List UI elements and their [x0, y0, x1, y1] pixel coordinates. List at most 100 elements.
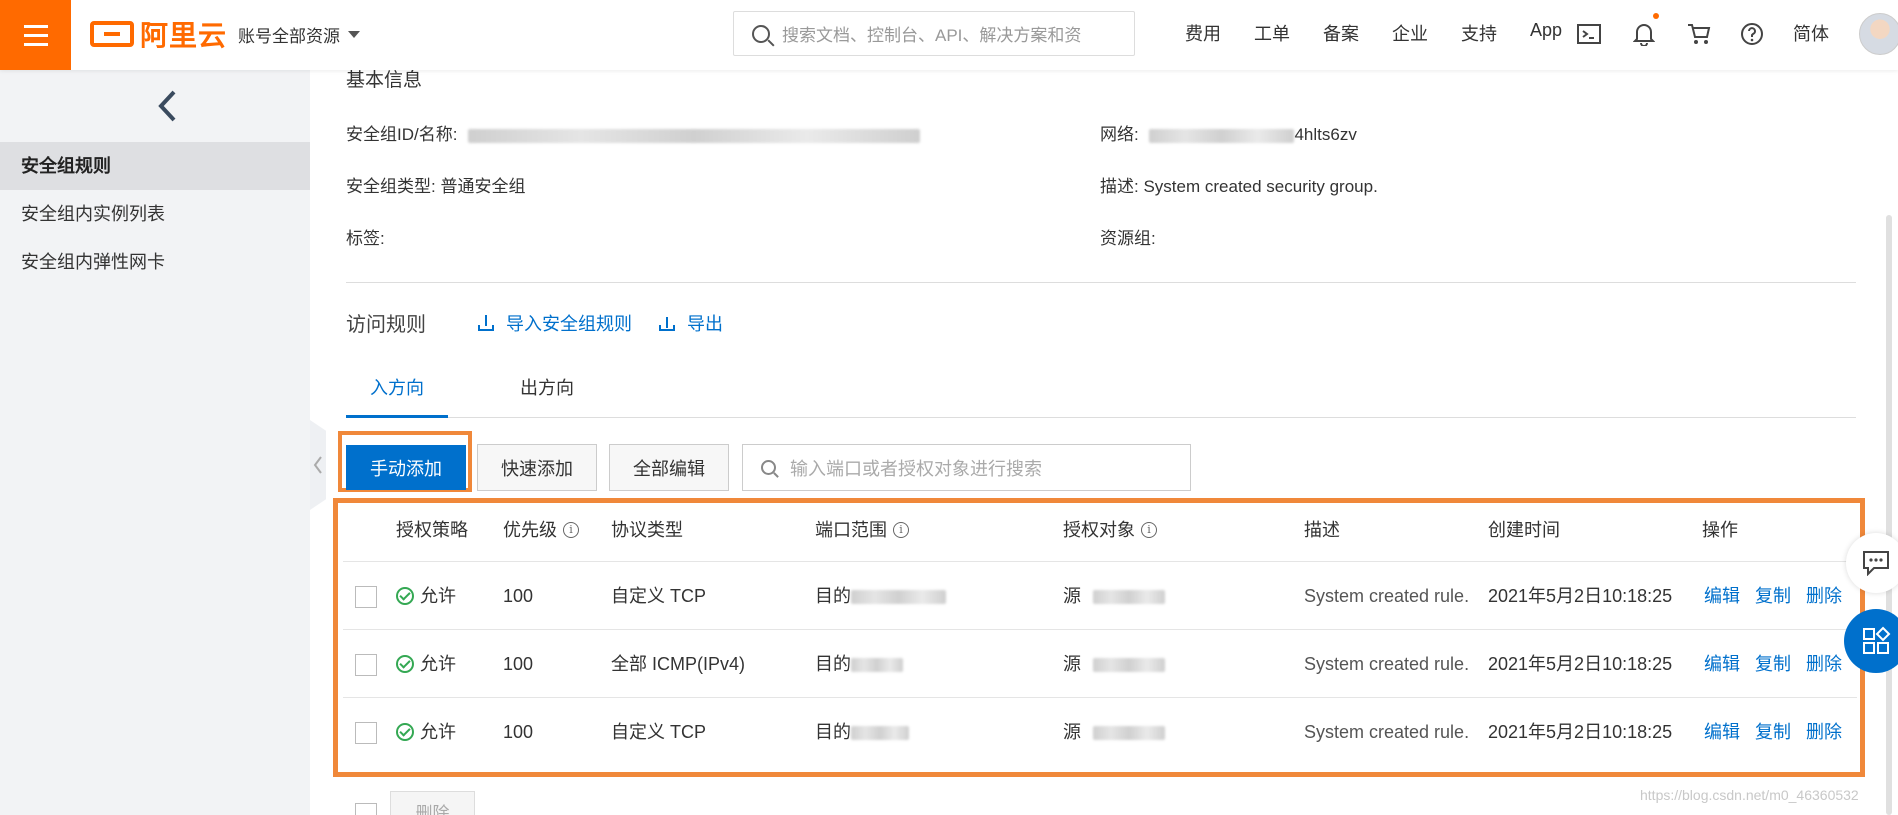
priority-cell: 100 [503, 586, 534, 606]
protocol-cell: 自定义 TCP [611, 722, 707, 742]
aliyun-logo[interactable]: 阿里云 [90, 16, 227, 52]
notification-dot [1653, 13, 1659, 19]
created-cell: 2021年5月2日10:18:25 [1488, 654, 1673, 674]
target-cell: 源 [1063, 562, 1165, 630]
export-rules-link[interactable]: 导出 [659, 310, 723, 336]
sidebar-item-rules[interactable]: 安全组规则 [0, 142, 310, 190]
row-checkbox[interactable] [355, 654, 377, 676]
select-all-checkbox[interactable] [355, 803, 377, 815]
port-cell: 目的 [815, 698, 909, 766]
edit-rule-link[interactable]: 编辑 [1704, 630, 1740, 698]
aliyun-logo-icon [90, 21, 134, 47]
account-selector-label: 账号全部资源 [238, 27, 340, 46]
info-icon[interactable]: i [563, 522, 579, 538]
network-redacted [1149, 128, 1295, 143]
check-circle-icon [396, 587, 414, 605]
policy-cell: 允许 [396, 562, 456, 630]
network-value: 4hlts6zv [1294, 125, 1357, 144]
nav-support[interactable]: 支持 [1461, 20, 1497, 46]
chat-icon [1863, 551, 1889, 576]
chevron-left-icon [313, 455, 323, 475]
delete-rule-link[interactable]: 删除 [1806, 630, 1842, 698]
edit-all-button[interactable]: 全部编辑 [609, 444, 729, 491]
quick-add-button[interactable]: 快速添加 [477, 444, 597, 491]
nav-fee[interactable]: 费用 [1185, 20, 1221, 46]
rules-table-header: 授权策略 优先级 i 协议类型 端口范围 i 授权对象 i 描述 创建时间 操作 [343, 510, 1857, 562]
menu-button[interactable] [0, 0, 71, 70]
nav-ticket[interactable]: 工单 [1254, 20, 1290, 46]
created-cell: 2021年5月2日10:18:25 [1488, 722, 1673, 742]
policy-cell: 允许 [396, 630, 456, 698]
global-search-input[interactable]: 搜索文档、控制台、API、解决方案和资 [733, 11, 1135, 56]
col-protocol: 协议类型 [611, 520, 683, 540]
delete-rule-link[interactable]: 删除 [1806, 698, 1842, 766]
page-scrollbar[interactable] [1886, 215, 1892, 815]
hamburger-icon [23, 22, 48, 49]
user-avatar[interactable] [1859, 13, 1898, 55]
access-rules-title: 访问规则 [346, 314, 426, 336]
sidebar-item-enis[interactable]: 安全组内弹性网卡 [0, 238, 310, 286]
language-switch[interactable]: 简体 [1793, 20, 1829, 46]
info-icon[interactable]: i [1141, 522, 1157, 538]
rule-search-input[interactable]: 输入端口或者授权对象进行搜索 [742, 444, 1191, 491]
network-label: 网络: [1100, 125, 1139, 144]
target-cell: 源 [1063, 630, 1165, 698]
manual-add-button[interactable]: 手动添加 [346, 445, 466, 490]
terminal-icon[interactable] [1575, 20, 1603, 48]
desc-cell: System created rule. [1304, 586, 1470, 606]
col-port: 端口范围 i [815, 510, 909, 550]
target-cell: 源 [1063, 698, 1165, 766]
sg-id-redacted [468, 128, 921, 143]
sidebar-item-instances[interactable]: 安全组内实例列表 [0, 190, 310, 238]
row-checkbox[interactable] [355, 586, 377, 608]
check-circle-icon [396, 655, 414, 673]
row-checkbox[interactable] [355, 722, 377, 744]
copy-rule-link[interactable]: 复制 [1755, 698, 1791, 766]
edit-rule-link[interactable]: 编辑 [1704, 562, 1740, 630]
logo-text: 阿里云 [140, 20, 228, 51]
info-icon[interactable]: i [893, 522, 909, 538]
desc-label: 描述: [1100, 177, 1139, 196]
bell-icon[interactable] [1630, 20, 1658, 48]
rule-search-placeholder: 输入端口或者授权对象进行搜索 [790, 458, 1042, 479]
back-arrow-icon[interactable] [155, 88, 179, 124]
port-cell: 目的 [815, 630, 903, 698]
sg-type-label: 安全组类型: [346, 177, 436, 196]
policy-cell: 允许 [396, 698, 456, 766]
download-icon [659, 315, 675, 331]
check-circle-icon [396, 723, 414, 741]
desc-value: System created security group. [1143, 177, 1378, 196]
delete-rule-link[interactable]: 删除 [1806, 562, 1842, 630]
priority-cell: 100 [503, 654, 534, 674]
col-desc: 描述 [1304, 520, 1340, 540]
caret-down-icon [348, 31, 360, 38]
import-rules-label: 导入安全组规则 [506, 314, 632, 334]
table-row: 允许 100 自定义 TCP 目的 源 System created rule.… [343, 562, 1857, 630]
col-created: 创建时间 [1488, 520, 1560, 540]
table-row: 允许 100 全部 ICMP(IPv4) 目的 源 System created… [343, 630, 1857, 698]
help-icon[interactable] [1738, 20, 1766, 48]
nav-enterprise[interactable]: 企业 [1392, 20, 1428, 46]
import-rules-link[interactable]: 导入安全组规则 [478, 310, 632, 336]
chat-float-button[interactable] [1846, 533, 1898, 593]
resource-group-label: 资源组: [1100, 229, 1156, 248]
top-navbar: 阿里云 账号全部资源 搜索文档、控制台、API、解决方案和资 费用 工单 备案 … [0, 0, 1898, 70]
col-actions: 操作 [1702, 520, 1738, 540]
cart-icon[interactable] [1685, 20, 1713, 48]
network-field: 网络: 4hlts6zv [1100, 120, 1357, 145]
col-target: 授权对象 i [1063, 510, 1157, 550]
copy-rule-link[interactable]: 复制 [1755, 562, 1791, 630]
direction-tabs: 入方向 出方向 [346, 368, 1856, 418]
tab-outbound[interactable]: 出方向 [496, 368, 598, 418]
bulk-delete-button[interactable]: 删除 [390, 791, 475, 815]
desc-cell: System created rule. [1304, 722, 1470, 742]
tag-label: 标签: [346, 229, 385, 248]
nav-icp[interactable]: 备案 [1323, 20, 1359, 46]
protocol-cell: 自定义 TCP [611, 586, 707, 606]
desc-cell: System created rule. [1304, 654, 1470, 674]
nav-app[interactable]: App [1530, 20, 1562, 46]
edit-rule-link[interactable]: 编辑 [1704, 698, 1740, 766]
tab-inbound[interactable]: 入方向 [346, 368, 448, 418]
copy-rule-link[interactable]: 复制 [1755, 630, 1791, 698]
account-resource-selector[interactable]: 账号全部资源 [238, 22, 360, 47]
